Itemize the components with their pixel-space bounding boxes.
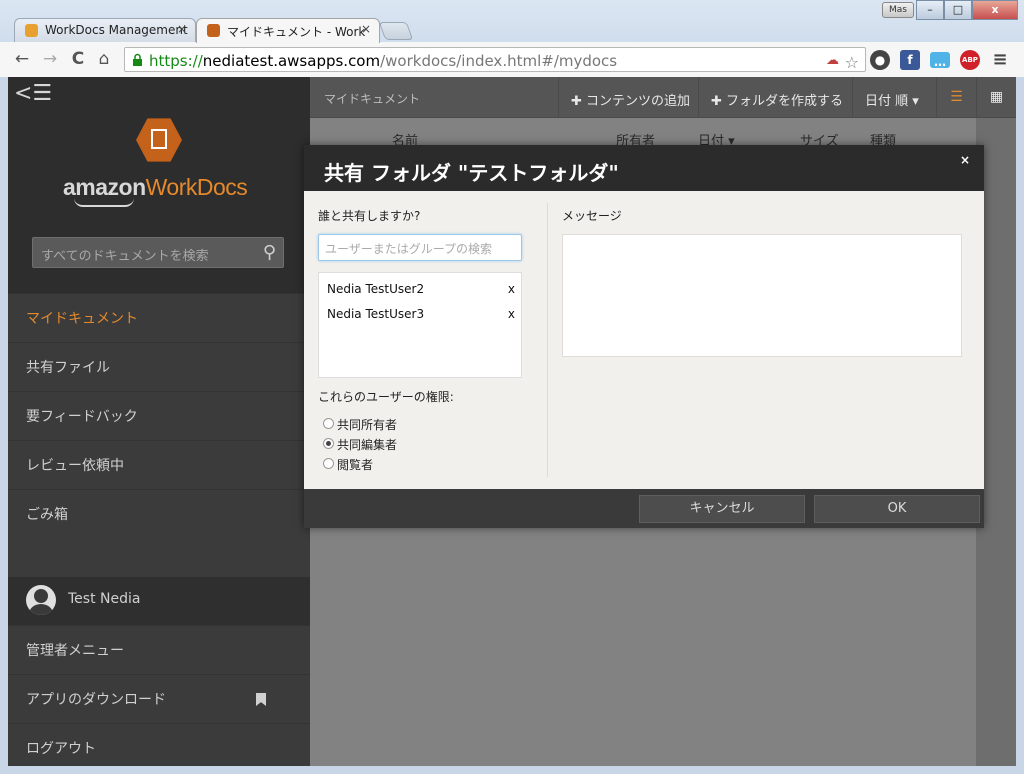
tab-title: マイドキュメント - Work [227,25,366,39]
list-view-icon[interactable]: ☰ [936,77,976,118]
lock-icon [133,53,142,66]
document-search-input[interactable]: すべてのドキュメントを検索 ⚲ [32,237,284,268]
profile-badge[interactable]: Mas [882,2,914,18]
permission-viewer[interactable]: 閲覧者 [323,456,374,473]
workdocs-favicon-icon [25,24,38,37]
new-tab-button[interactable] [378,22,414,40]
breadcrumb: マイドキュメント [324,92,421,106]
browser-toolbar: ← → C ⌂ https://nediatest.awsapps.com/wo… [0,42,1024,77]
sort-dropdown[interactable]: 日付 順 ▾ [852,77,931,118]
window-frame-left [0,77,8,774]
sidebar-item-admin-menu[interactable]: 管理者メニュー [8,625,310,674]
add-content-button[interactable]: ✚ コンテンツの追加 [558,77,702,118]
ok-button[interactable]: OK [814,495,980,523]
sidebar-item-shared-files[interactable]: 共有ファイル [8,342,310,391]
permissions-label: これらのユーザーの権限: [318,390,454,404]
share-with-label: 誰と共有しますか? [318,209,421,223]
dialog-footer: キャンセル OK [304,489,984,528]
sidebar-item-logout[interactable]: ログアウト [8,723,310,772]
url-host: nediatest.awsapps.com [202,52,381,70]
tab-my-documents[interactable]: マイドキュメント - Work × [196,18,380,43]
chrome-menu-icon[interactable]: ≡ [990,50,1010,70]
app-download-label: アプリのダウンロード [26,692,166,708]
cancel-button[interactable]: キャンセル [639,495,805,523]
window-close-button[interactable]: x [972,0,1018,20]
tab-strip: WorkDocs Management × マイドキュメント - Work × … [0,0,1024,43]
tab-close-icon[interactable]: × [177,22,187,36]
permission-label: 閲覧者 [337,458,374,472]
share-folder-dialog: 共有 フォルダ "テストフォルダ" × 誰と共有しますか? ユーザーまたはグルー… [304,145,984,528]
maximize-button[interactable]: □ [944,0,972,20]
main-toolbar: マイドキュメント ✚ コンテンツの追加 ✚ フォルダを作成する 日付 順 ▾ ☰… [310,77,1016,118]
search-placeholder: すべてのドキュメントを検索 [41,249,209,264]
create-folder-button[interactable]: ✚ フォルダを作成する [698,77,855,118]
home-icon[interactable]: ⌂ [94,49,114,69]
window-controls: – □ x [916,0,1018,20]
sidebar: <☰ amazonWorkDocs すべてのドキュメントを検索 ⚲ マイドキュメ… [8,77,310,766]
address-bar[interactable]: https://nediatest.awsapps.com/workdocs/i… [124,47,866,72]
logo-workdocs: WorkDocs [145,174,248,200]
selected-users-list: Nedia TestUser2 x Nedia TestUser3 x [318,272,522,378]
radio-button[interactable] [323,418,334,429]
tab-close-icon[interactable]: × [361,22,371,36]
amazon-smile-icon [74,198,134,207]
remove-user-button[interactable]: x [508,307,515,321]
tab-workdocs-management[interactable]: WorkDocs Management × [14,18,196,43]
tab-title: WorkDocs Management [45,23,188,37]
permission-label: 共同編集者 [337,438,398,452]
message-textarea[interactable] [562,234,962,357]
collapse-sidebar-icon[interactable]: <☰ [14,83,52,105]
url-path: /workdocs/index.html#/mydocs [380,52,618,70]
remove-user-button[interactable]: x [508,282,515,296]
browser-chrome: WorkDocs Management × マイドキュメント - Work × … [0,0,1024,77]
user-search-input[interactable]: ユーザーまたはグループの検索 [318,234,522,261]
page-action-icon[interactable]: ☁ [826,53,839,68]
dialog-header: 共有 フォルダ "テストフォルダ" × [304,145,984,191]
sidebar-item-review-requested[interactable]: レビュー依頼中 [8,440,310,489]
sidebar-item-feedback-requested[interactable]: 要フィードバック [8,391,310,440]
dialog-title: 共有 フォルダ "テストフォルダ" [324,161,619,185]
permission-co-owner[interactable]: 共同所有者 [323,416,398,433]
sidebar-item-trash[interactable]: ごみ箱 [8,489,310,538]
url-scheme: https:// [149,52,203,70]
facebook-extension-icon[interactable]: f [900,50,920,70]
search-icon[interactable]: ⚲ [263,242,276,263]
user-name: Test Nedia [68,591,141,607]
sidebar-item-app-download[interactable]: アプリのダウンロード [8,674,310,723]
bookmark-star-icon[interactable]: ☆ [845,53,859,72]
globe-extension-icon[interactable]: ● [870,50,890,70]
list-item: Nedia TestUser3 x [327,307,515,321]
avatar [26,585,56,615]
message-label: メッセージ [562,209,622,223]
reload-icon[interactable]: C [68,49,88,69]
window-frame-right [1016,77,1024,774]
back-icon[interactable]: ← [12,49,32,69]
adblock-extension-icon[interactable]: ABP [960,50,980,70]
workdocs-favicon-icon [207,24,220,37]
window-frame-bottom [0,766,1024,774]
close-icon[interactable]: × [960,153,970,167]
chat-extension-icon[interactable]: … [930,52,950,69]
grid-view-icon[interactable]: ▦ [976,77,1016,118]
radio-button[interactable] [323,458,334,469]
permission-label: 共同所有者 [337,418,398,432]
user-profile[interactable]: Test Nedia [8,577,310,625]
dialog-body: 誰と共有しますか? ユーザーまたはグループの検索 Nedia TestUser2… [304,191,984,489]
workdocs-logo: amazonWorkDocs [63,174,248,201]
sidebar-header: <☰ amazonWorkDocs すべてのドキュメントを検索 ⚲ [8,77,310,293]
sidebar-item-my-documents[interactable]: マイドキュメント [8,293,310,342]
column-divider [547,203,548,477]
bookmark-icon [256,693,266,706]
permission-co-editor[interactable]: 共同編集者 [323,436,398,453]
list-item: Nedia TestUser2 x [327,282,515,296]
user-name: Nedia TestUser3 [327,307,425,321]
radio-button-selected[interactable] [323,438,334,449]
document-icon [151,129,167,149]
user-name: Nedia TestUser2 [327,282,425,296]
logo-amazon: amazon [63,174,146,200]
minimize-button[interactable]: – [916,0,944,20]
forward-icon[interactable]: → [40,49,60,69]
